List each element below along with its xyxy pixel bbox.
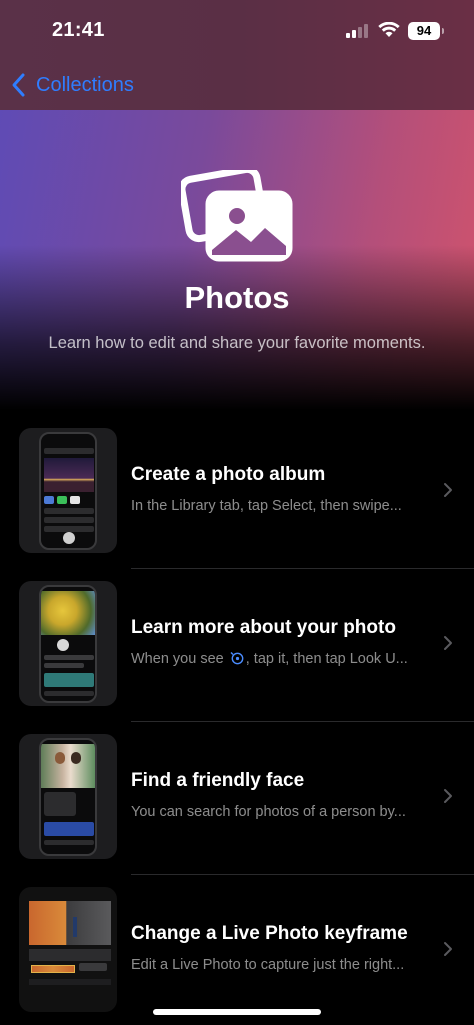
back-button[interactable]: Collections [10,70,134,100]
battery-icon: 94 [408,22,444,40]
home-indicator[interactable] [153,1009,321,1015]
description-text: When you see [131,651,224,667]
status-bar: 21:41 94 [0,0,474,60]
tip-thumbnail [19,581,117,706]
cellular-signal-icon [346,24,370,38]
wifi-icon [378,22,400,37]
page-title: Photos [184,280,290,315]
status-time: 21:41 [52,19,105,41]
list-item-find-friendly-face[interactable]: Find a friendly face You can search for … [0,722,474,875]
list-item-title: Learn more about your photo [131,617,396,638]
list-item-title: Change a Live Photo keyframe [131,923,408,944]
list-item-create-photo-album[interactable]: Create a photo album In the Library tab,… [0,416,474,569]
tip-thumbnail [19,887,117,1012]
list-item-description: You can search for photos of a person by… [131,804,406,820]
photos-icon [181,170,293,262]
list-item-title: Create a photo album [131,464,326,485]
list-item-title: Find a friendly face [131,770,305,791]
page-subtitle: Learn how to edit and share your favorit… [48,334,426,352]
chevron-right-icon [444,483,452,497]
list-item-learn-more-about-photo[interactable]: Learn more about your photo When you see… [0,569,474,722]
list-item-change-live-photo-keyframe[interactable]: Change a Live Photo keyframe Edit a Live… [0,875,474,1025]
tip-thumbnail [19,428,117,553]
description-text: , tap it, then tap Look U... [245,651,408,667]
tips-list: Create a photo album In the Library tab,… [0,416,474,1025]
chevron-right-icon [444,789,452,803]
list-item-description: When you see , tap it, then tap Look U..… [131,651,425,667]
tip-thumbnail [19,734,117,859]
list-item-description: Edit a Live Photo to capture just the ri… [131,957,405,973]
list-item-description: In the Library tab, tap Select, then swi… [131,498,402,514]
back-button-label: Collections [36,73,134,96]
chevron-right-icon [444,942,452,956]
chevron-left-icon [12,73,25,97]
visual-look-up-icon [230,652,244,665]
chevron-right-icon [444,636,452,650]
